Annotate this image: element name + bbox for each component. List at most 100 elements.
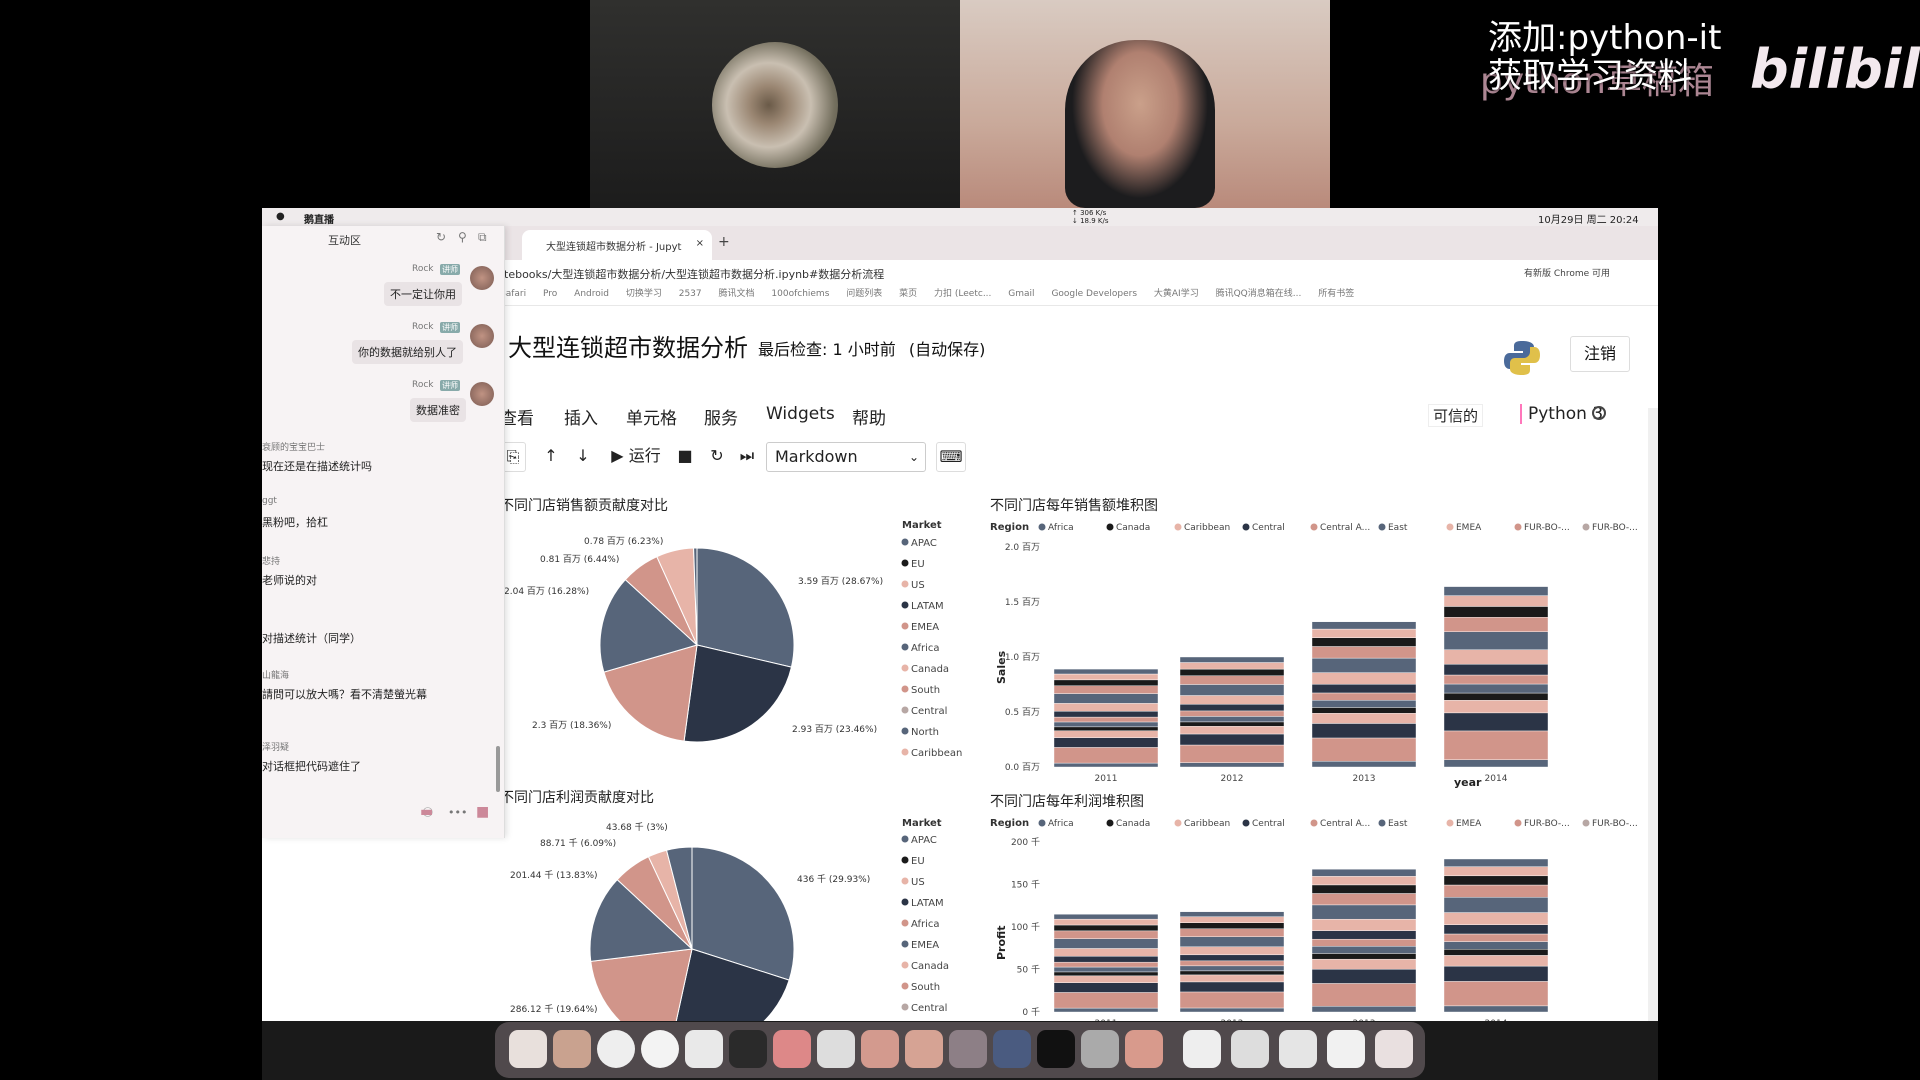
bookmark-item[interactable]: Android bbox=[574, 289, 609, 299]
qq-icon[interactable] bbox=[729, 1030, 767, 1068]
wps-icon[interactable] bbox=[773, 1030, 811, 1068]
legend-title: Market bbox=[902, 818, 942, 829]
chat-line: 对话框把代码遮住了 bbox=[262, 760, 361, 773]
app-icon[interactable] bbox=[1081, 1030, 1119, 1068]
document-thumbnail-icon[interactable] bbox=[1231, 1030, 1269, 1068]
move-down-icon[interactable]: ↓ bbox=[568, 442, 598, 472]
python-logo bbox=[1504, 341, 1540, 375]
bar-segment bbox=[1179, 675, 1285, 685]
notebook-title[interactable]: 大型连锁超市数据分析 bbox=[508, 328, 748, 363]
pie-slice-label: 88.71 千 (6.09%) bbox=[540, 838, 616, 849]
bar-segment bbox=[1311, 672, 1417, 685]
bar-segment bbox=[1053, 914, 1159, 920]
launchpad-icon[interactable] bbox=[553, 1030, 591, 1068]
x-tick-label: 2013 bbox=[1353, 774, 1376, 784]
bar-segment bbox=[1053, 716, 1159, 723]
bar-segment bbox=[1311, 869, 1417, 877]
keyboard-icon[interactable]: ⌨ bbox=[936, 442, 966, 472]
menu-kernel[interactable]: 服务 bbox=[704, 404, 738, 429]
bar-segment bbox=[1179, 970, 1285, 976]
messages-icon[interactable] bbox=[641, 1030, 679, 1068]
document-thumbnail-icon[interactable] bbox=[1279, 1030, 1317, 1068]
notebook-menu: 查看 插入 单元格 服务 Widgets 帮助 可信的 Python 3 bbox=[500, 398, 1658, 432]
page-scrollbar[interactable] bbox=[1648, 408, 1658, 1021]
browser-tab[interactable]: 大型连锁超市数据分析 - Jupyt × bbox=[522, 230, 712, 260]
chat-scrollbar[interactable] bbox=[496, 746, 500, 792]
bookmark-item[interactable]: 力扣 (Leetc... bbox=[934, 289, 991, 299]
terminal-icon[interactable] bbox=[1037, 1030, 1075, 1068]
stop-icon[interactable]: ■ bbox=[670, 442, 700, 472]
more-icon[interactable]: ••• bbox=[448, 806, 467, 819]
bookmark-item[interactable]: 腾讯文档 bbox=[719, 289, 755, 299]
bar-segment bbox=[1443, 924, 1549, 935]
gift-icon[interactable]: ■ bbox=[476, 804, 489, 820]
menubar-app-name[interactable]: 鹅直播 bbox=[304, 211, 334, 226]
bookmark-item[interactable]: Gmail bbox=[1008, 289, 1034, 299]
menu-view[interactable]: 查看 bbox=[500, 404, 534, 429]
address-bar[interactable]: tebooks/大型连锁超市数据分析/大型连锁超市数据分析.ipynb#数据分析… bbox=[500, 260, 1658, 286]
mail-icon[interactable] bbox=[861, 1030, 899, 1068]
document-thumbnail-icon[interactable] bbox=[1183, 1030, 1221, 1068]
cell-type-select[interactable]: Markdown ⌄ bbox=[766, 442, 926, 472]
avatar[interactable] bbox=[470, 382, 494, 406]
refresh-icon[interactable]: ↻ bbox=[436, 230, 446, 244]
trusted-indicator[interactable]: 可信的 bbox=[1428, 404, 1484, 427]
move-up-icon[interactable]: ↑ bbox=[536, 442, 566, 472]
menu-help[interactable]: 帮助 bbox=[852, 404, 886, 429]
bar-segment bbox=[1179, 695, 1285, 705]
chrome-update-badge[interactable]: 有新版 Chrome 可用 bbox=[1524, 266, 1610, 279]
bar-segment bbox=[1443, 858, 1549, 867]
app-icon[interactable] bbox=[905, 1030, 943, 1068]
app-icon[interactable] bbox=[1125, 1030, 1163, 1068]
bar-segment bbox=[1179, 936, 1285, 948]
menu-widgets[interactable]: Widgets bbox=[766, 404, 835, 424]
run-button[interactable]: ▶ 运行 bbox=[604, 442, 668, 472]
bookmark-item[interactable]: 2537 bbox=[679, 289, 702, 299]
trash-icon[interactable] bbox=[1375, 1030, 1413, 1068]
checkpoint-text: 最后检查: 1 小时前 bbox=[758, 340, 896, 359]
y-tick-label: 0 千 bbox=[1022, 1007, 1040, 1018]
bookmark-item[interactable]: 大黄AI学习 bbox=[1154, 289, 1199, 299]
document-thumbnail-icon[interactable] bbox=[1327, 1030, 1365, 1068]
folder-icon[interactable]: ▬ bbox=[420, 804, 433, 820]
menu-insert[interactable]: 插入 bbox=[564, 404, 598, 429]
bookmark-item[interactable]: 100ofchiems bbox=[771, 289, 829, 299]
bookmark-item[interactable]: 所有书签 bbox=[1318, 289, 1354, 299]
legend-swatch bbox=[901, 580, 909, 588]
restart-icon[interactable]: ↻ bbox=[702, 442, 732, 472]
chat-line: 对描述统计（同学） bbox=[262, 632, 361, 645]
bookmark-item[interactable]: 切换学习 bbox=[626, 289, 662, 299]
new-tab-icon[interactable]: + bbox=[718, 234, 730, 250]
menubar-datetime[interactable]: 10月29日 周二 20:24 bbox=[1538, 211, 1639, 226]
teacher-badge: 讲师 bbox=[440, 264, 460, 275]
avatar[interactable] bbox=[470, 324, 494, 348]
bar-segment bbox=[1311, 876, 1417, 886]
apple-icon[interactable]: ● bbox=[276, 211, 285, 222]
chrome-icon[interactable] bbox=[597, 1030, 635, 1068]
popout-icon[interactable]: ⧉ bbox=[478, 230, 487, 245]
legend-item: Central A... bbox=[1320, 523, 1370, 533]
legend-swatch bbox=[1242, 523, 1250, 531]
bookmark-item[interactable]: 菜页 bbox=[899, 289, 917, 299]
legend-swatch bbox=[901, 835, 909, 843]
pie-slice-label: 201.44 千 (13.83%) bbox=[510, 870, 598, 881]
bookmark-item[interactable]: Pro bbox=[543, 289, 557, 299]
notes-icon[interactable] bbox=[817, 1030, 855, 1068]
close-tab-icon[interactable]: × bbox=[696, 238, 704, 249]
fast-forward-icon[interactable]: ⏭ bbox=[732, 442, 762, 472]
wechat-icon[interactable] bbox=[685, 1030, 723, 1068]
bookmark-item[interactable]: Google Developers bbox=[1051, 289, 1137, 299]
bar-segment bbox=[1443, 981, 1549, 1007]
avatar[interactable] bbox=[470, 266, 494, 290]
pin-icon[interactable]: ⚲ bbox=[458, 230, 467, 244]
bar-segment bbox=[1179, 922, 1285, 929]
app-icon[interactable] bbox=[949, 1030, 987, 1068]
menu-cell[interactable]: 单元格 bbox=[626, 404, 677, 429]
logout-button[interactable]: 注销 bbox=[1570, 336, 1630, 372]
bookmark-item[interactable]: 腾讯QQ消息箱在线... bbox=[1216, 289, 1302, 299]
bookmark-item[interactable]: 问题列表 bbox=[846, 289, 882, 299]
bilibili-logo: bilibili bbox=[1750, 38, 1920, 101]
finder-icon[interactable] bbox=[509, 1030, 547, 1068]
vscode-icon[interactable] bbox=[993, 1030, 1031, 1068]
kernel-name: Python 3 bbox=[1520, 404, 1603, 424]
